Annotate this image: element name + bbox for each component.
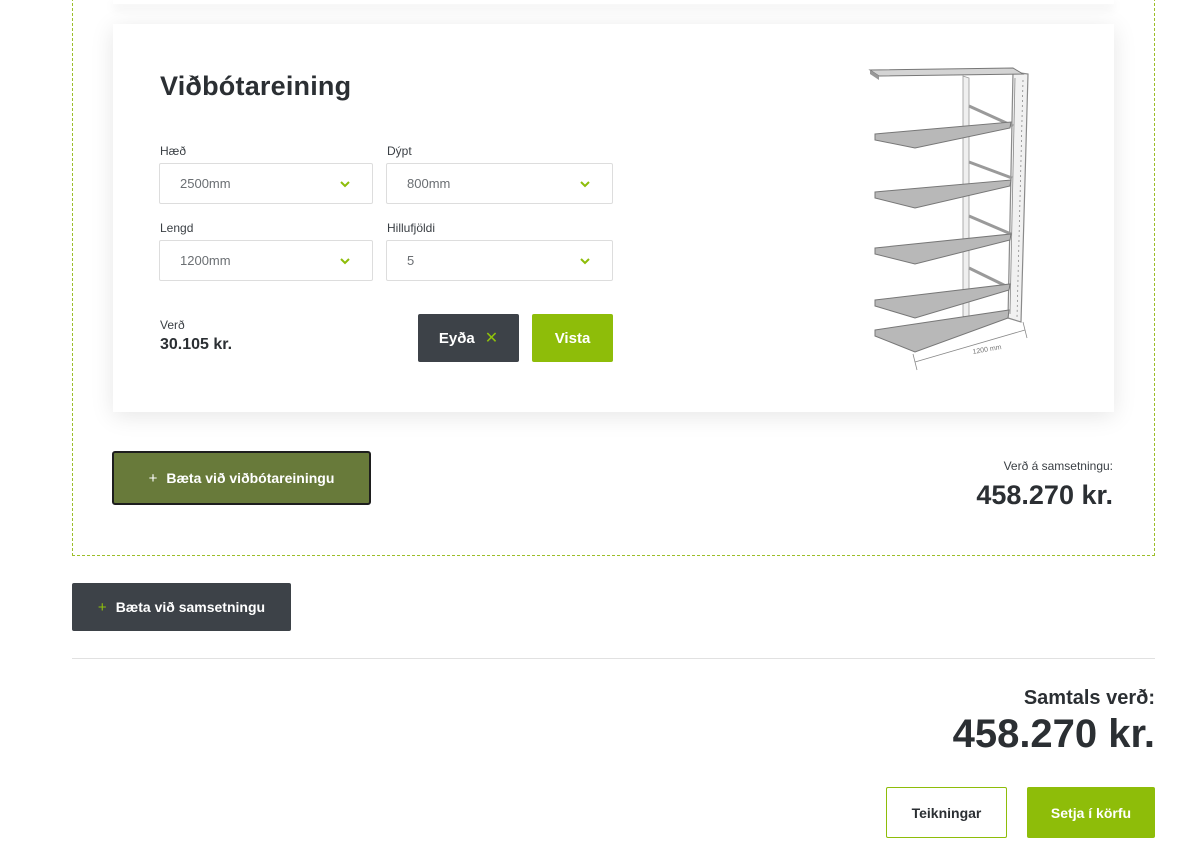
add-to-cart-button[interactable]: Setja í körfu (1027, 787, 1155, 838)
height-value: 2500mm (180, 176, 231, 191)
depth-value: 800mm (407, 176, 451, 191)
delete-button-label: Eyða (438, 329, 475, 347)
shelf-count-value: 5 (407, 253, 415, 268)
drawings-button[interactable]: Teikningar (886, 787, 1007, 838)
chevron-down-icon (580, 181, 590, 188)
height-label: Hæð (160, 144, 187, 158)
delete-button[interactable]: Eyða ✕ (418, 314, 519, 362)
config-price-value: 458.270 kr. (976, 480, 1113, 510)
total-price-value: 458.270 kr. (952, 712, 1155, 756)
additional-unit-card: Viðbótareining Hæð 2500mm Dýpt 800mm Len… (113, 24, 1114, 412)
unit-price-value: 30.105 kr. (160, 336, 233, 353)
length-value: 1200mm (180, 253, 231, 268)
add-unit-label: Bæta við viðbótareiningu (166, 470, 335, 486)
chevron-down-icon (340, 181, 350, 188)
length-label: Lengd (160, 221, 194, 235)
add-configuration-button[interactable]: + Bæta við samsetningu (72, 583, 291, 631)
unit-price-label: Verð (160, 318, 185, 332)
save-button-label: Vista (554, 329, 591, 347)
add-unit-button[interactable]: + Bæta við viðbótareiningu (112, 451, 371, 505)
chevron-down-icon (580, 258, 590, 265)
dimension-label: 1200 mm (972, 344, 1002, 356)
depth-label: Dýpt (387, 144, 412, 158)
depth-select[interactable]: 800mm (386, 163, 613, 204)
height-select[interactable]: 2500mm (159, 163, 373, 204)
total-price-label: Samtals verð: (1023, 687, 1155, 709)
save-button[interactable]: Vista (532, 314, 613, 362)
unit-title: Viðbótareining (160, 71, 352, 101)
shelving-unit-image: 1200 mm (868, 67, 1029, 371)
length-select[interactable]: 1200mm (159, 240, 373, 281)
shelf-count-select[interactable]: 5 (386, 240, 613, 281)
add-to-cart-label: Setja í körfu (1050, 804, 1132, 821)
shelf-count-label: Hillufjöldi (387, 221, 436, 235)
plus-icon: + (148, 469, 158, 487)
close-icon: ✕ (484, 330, 499, 347)
chevron-down-icon (340, 258, 350, 265)
drawings-button-label: Teikningar (911, 804, 982, 821)
config-price-label: Verð á samsetningu: (1003, 459, 1113, 473)
add-configuration-label: Bæta við samsetningu (115, 599, 266, 615)
plus-icon: + (97, 598, 107, 616)
divider (72, 658, 1155, 659)
